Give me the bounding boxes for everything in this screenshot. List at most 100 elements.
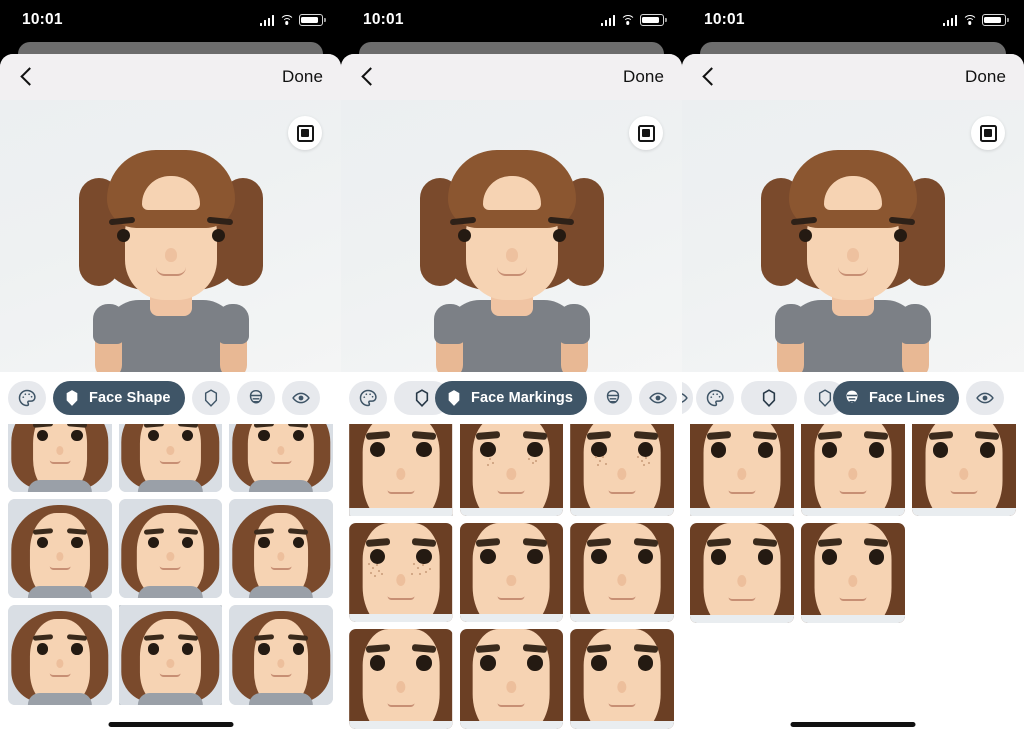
phone-panel-face-markings: 10:01 Done Face Markings: [341, 0, 682, 735]
tab-face-markings[interactable]: [191, 381, 230, 415]
face-markings-option-6[interactable]: [570, 522, 674, 623]
avatar-preview[interactable]: [0, 100, 341, 372]
palette-icon: [17, 388, 37, 408]
face-markings-option-4[interactable]: [349, 522, 453, 623]
face-shape-option-5[interactable]: [118, 498, 223, 599]
tab-palette[interactable]: [696, 381, 734, 415]
nav-bar: Done: [341, 54, 682, 100]
face-markings-option-9[interactable]: [570, 629, 674, 729]
face-shape-option-7[interactable]: [8, 605, 112, 705]
tab-face-markings-label: Face Markings: [471, 390, 574, 406]
category-tab-bar[interactable]: Face Shape: [0, 372, 341, 424]
face-shape-option-4[interactable]: [8, 498, 112, 599]
face-shape-option-2[interactable]: [118, 424, 223, 492]
tab-eyes[interactable]: [639, 381, 678, 415]
face-lines-option-4[interactable]: [690, 523, 794, 623]
face-markings-options-grid[interactable]: [341, 424, 682, 730]
face-markings-option-3[interactable]: [570, 424, 674, 516]
three-phone-screenshots: 10:01 Done Face Shape 10:01 Done Face Ma…: [0, 0, 1024, 735]
avatar-figure: [65, 120, 277, 372]
face-markings-icon: [201, 388, 221, 408]
eye-icon: [648, 388, 668, 408]
face-markings-option-2[interactable]: [459, 424, 564, 516]
wifi-icon: [279, 14, 294, 26]
status-bar: 10:01: [341, 0, 682, 40]
face-shape-icon: [412, 388, 432, 408]
signal-icon: [259, 14, 274, 26]
face-shape-icon: [62, 388, 82, 408]
phone-panel-face-lines: 10:01 Done Face Lines: [682, 0, 1024, 735]
nav-bar: Done: [0, 54, 341, 100]
face-lines-icon: [246, 388, 266, 408]
tab-palette[interactable]: [8, 381, 46, 415]
tab-face-lines[interactable]: [236, 381, 275, 415]
signal-icon: [942, 14, 957, 26]
options-grid-wrapper[interactable]: [682, 424, 1024, 735]
done-button[interactable]: Done: [965, 67, 1006, 87]
face-markings-option-1[interactable]: [349, 424, 453, 516]
face-shape-option-9[interactable]: [229, 605, 333, 705]
eye-icon: [291, 388, 311, 408]
tab-face-markings[interactable]: Face Markings: [435, 381, 588, 415]
editor-sheet: Done: [341, 54, 682, 735]
face-shape-option-3[interactable]: [229, 424, 333, 492]
face-lines-option-5[interactable]: [801, 523, 905, 623]
avatar-preview[interactable]: [682, 100, 1024, 372]
face-markings-option-7[interactable]: [349, 629, 453, 729]
chevron-left-icon[interactable]: [698, 66, 720, 88]
editor-sheet: Done: [682, 54, 1024, 735]
tab-eyes[interactable]: [281, 381, 320, 415]
wifi-icon: [620, 14, 635, 26]
face-markings-option-8[interactable]: [459, 629, 564, 730]
face-shape-option-8[interactable]: [118, 605, 223, 706]
framed-photo-icon[interactable]: [288, 116, 322, 150]
status-bar-clock: 10:01: [363, 11, 404, 28]
options-grid-wrapper[interactable]: [0, 424, 341, 735]
status-bar-icons: [942, 14, 1009, 26]
nav-bar: Done: [682, 54, 1024, 100]
phone-panel-face-shape: 10:01 Done Face Shape: [0, 0, 341, 735]
face-lines-option-1[interactable]: [690, 424, 794, 516]
done-button[interactable]: Done: [282, 67, 323, 87]
face-markings-icon: [444, 388, 464, 408]
avatar-figure: [406, 120, 618, 372]
done-button[interactable]: Done: [623, 67, 664, 87]
tab-face-shape[interactable]: [741, 381, 797, 415]
category-tab-bar[interactable]: Face Lines: [682, 372, 1024, 424]
tab-face-lines[interactable]: Face Lines: [833, 381, 959, 415]
framed-photo-icon[interactable]: [971, 116, 1005, 150]
tab-palette[interactable]: [349, 381, 387, 415]
chevron-left-icon[interactable]: [16, 66, 38, 88]
status-bar: 10:01: [682, 0, 1024, 40]
tab-face-lines[interactable]: [594, 381, 633, 415]
home-indicator[interactable]: [108, 722, 233, 727]
tab-eyes[interactable]: [965, 381, 1004, 415]
tab-face-shape[interactable]: Face Shape: [53, 381, 185, 415]
editor-sheet: Done: [0, 54, 341, 735]
face-lines-options-grid[interactable]: [682, 424, 1024, 623]
palette-icon: [705, 388, 725, 408]
face-shape-option-6[interactable]: [229, 498, 333, 599]
wifi-icon: [962, 14, 977, 26]
palette-icon: [358, 388, 378, 408]
category-tab-bar[interactable]: Face Markings: [341, 372, 682, 424]
face-lines-option-2[interactable]: [801, 424, 905, 516]
status-bar-clock: 10:01: [22, 11, 63, 28]
framed-photo-icon[interactable]: [629, 116, 663, 150]
eye-icon: [975, 388, 995, 408]
status-bar-clock: 10:01: [704, 11, 745, 28]
face-lines-option-3[interactable]: [912, 424, 1016, 516]
avatar-figure: [747, 120, 959, 372]
tab-eyes-clipped[interactable]: [682, 381, 693, 415]
face-markings-option-5[interactable]: [459, 522, 564, 623]
chevron-left-icon[interactable]: [357, 66, 379, 88]
face-lines-icon: [842, 388, 862, 408]
signal-icon: [600, 14, 615, 26]
avatar-preview[interactable]: [341, 100, 682, 372]
tab-face-shape-label: Face Shape: [89, 390, 171, 406]
options-grid-wrapper[interactable]: [341, 424, 682, 735]
face-shape-option-1[interactable]: [8, 424, 112, 492]
face-markings-icon: [815, 388, 835, 408]
face-shape-options-grid[interactable]: [0, 424, 341, 706]
home-indicator[interactable]: [790, 722, 916, 727]
